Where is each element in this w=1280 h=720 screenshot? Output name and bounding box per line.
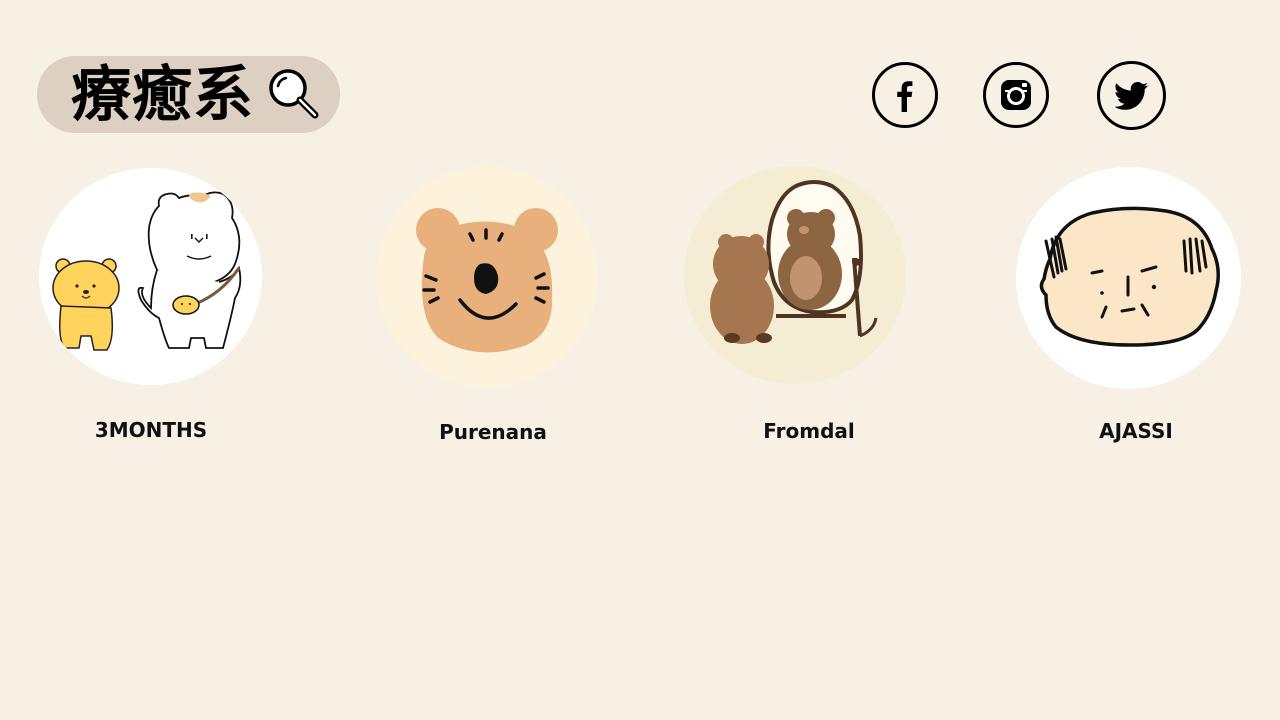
page: 療癒系 3MONTHS Purenana Fromdal AJASSI (0, 0, 1280, 720)
two-white-and-yellow-bears-avatar[interactable] (39, 168, 262, 385)
title-pill[interactable]: 療癒系 (37, 56, 340, 133)
tiger-face-avatar[interactable] (376, 166, 598, 388)
character-label-fromdal[interactable]: Fromdal (763, 419, 855, 443)
facebook-icon (897, 81, 913, 112)
character-label-ajassi[interactable]: AJASSI (1099, 419, 1173, 443)
search-icon[interactable] (266, 66, 322, 122)
facebook-button[interactable] (872, 62, 938, 128)
page-title: 療癒系 (71, 60, 254, 130)
instagram-icon (1001, 80, 1031, 110)
twitter-icon (1114, 81, 1148, 110)
instagram-button[interactable] (983, 62, 1049, 128)
character-label-3months[interactable]: 3MONTHS (95, 418, 207, 442)
bear-mirror-avatar[interactable] (684, 166, 906, 384)
character-label-purenana[interactable]: Purenana (439, 420, 547, 444)
bald-man-face-avatar[interactable] (1016, 167, 1241, 389)
twitter-button[interactable] (1097, 61, 1166, 130)
